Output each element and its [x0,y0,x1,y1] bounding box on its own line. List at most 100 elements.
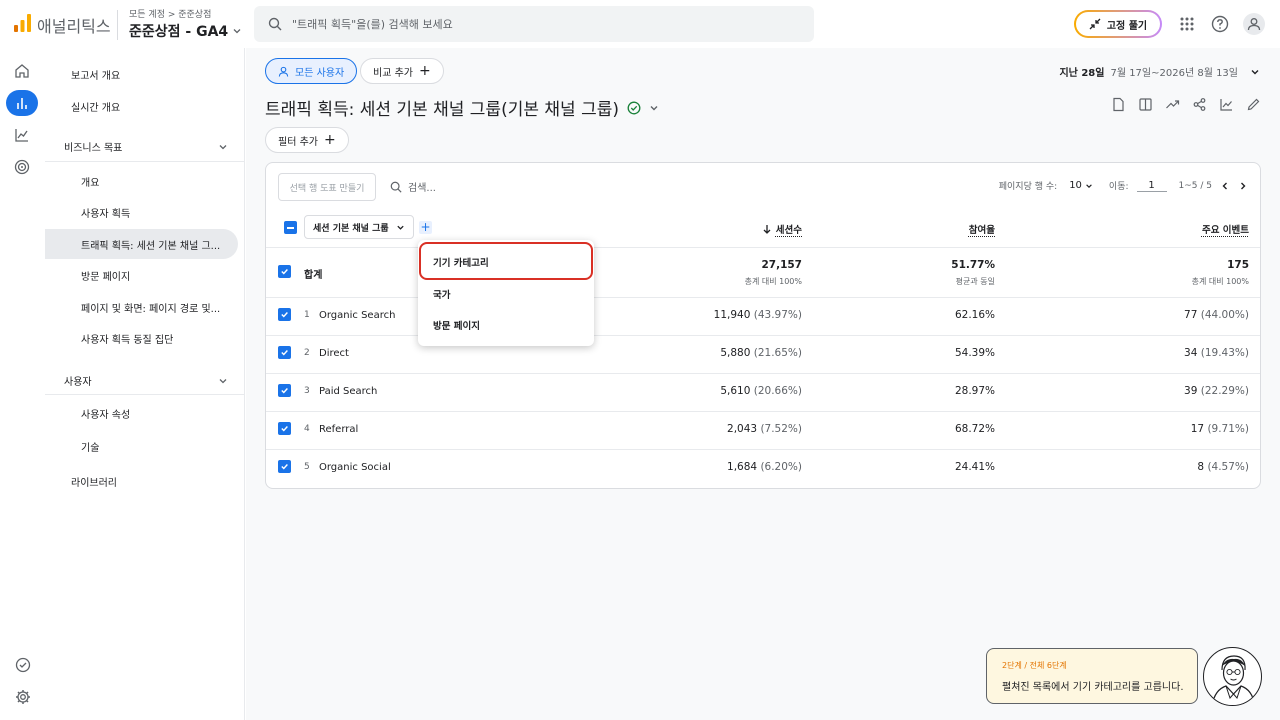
sidebar-item-traffic-acquisition[interactable]: 트래픽 획득: 세션 기본 채널 그... [81,237,220,252]
divider [266,449,1260,450]
sidebar-item-library[interactable]: 라이브러리 [71,474,117,489]
total-engagement: 51.77% [951,259,995,271]
sidebar-item-realtime[interactable]: 실시간 개요 [71,99,120,114]
account-avatar-icon[interactable] [1243,13,1265,35]
row-checkbox[interactable] [278,308,291,321]
menu-item-device-category[interactable]: 기기 카테고리 [433,255,489,269]
row-checkbox[interactable] [278,384,291,397]
insights-check-icon[interactable] [12,654,34,676]
section-label: 비즈니스 목표 [64,143,123,154]
unpin-label: 고정 풀기 [1106,20,1148,32]
sidebar-section-business-goals[interactable]: 비즈니스 목표 [64,139,245,154]
divider [266,373,1260,374]
row-engagement: 54.39% [954,347,995,359]
line-chart-icon[interactable] [1219,97,1234,112]
chevron-down-icon[interactable] [649,103,659,113]
row-sessions: 5,880 (21.65%) [720,347,802,359]
row-checkbox[interactable] [278,346,291,359]
sidebar-section-users[interactable]: 사용자 [64,373,245,388]
plot-rows-button[interactable]: 선택 행 도표 만들기 [278,173,376,201]
document-icon[interactable] [1111,97,1126,112]
sessions-value: 1,684 [727,461,758,473]
table-row-label: 4 Referral [304,424,358,435]
chevron-down-icon [218,142,228,152]
sidebar-item-overview[interactable]: 개요 [81,174,99,189]
table-search[interactable]: 검색... [390,179,436,194]
sidebar-item-user-acquisition[interactable]: 사용자 획득 [81,205,130,220]
column-label: 세션수 [775,225,802,236]
share-icon[interactable] [1192,97,1207,112]
row-engagement: 24.41% [954,461,995,473]
page-title: 트래픽 획득: 세션 기본 채널 그룹(기본 채널 그룹) [265,95,659,120]
property-selector[interactable]: 준준상점 - GA4 [129,21,242,41]
tutorial-text: 펼쳐진 목록에서 기기 카테고리를 고릅니다. [1002,682,1184,693]
column-header-engagement[interactable]: 참여율 [969,222,995,236]
sessions-value: 5,610 [720,385,751,397]
reports-icon[interactable] [6,90,38,116]
goto-page-input[interactable]: 1 [1136,180,1167,192]
table-row-label: 5 Organic Social [304,462,391,473]
row-key-events: 77 (44.00%) [1184,309,1249,321]
tutorial-step: 2단계 / 전체 6단계 [1002,661,1067,670]
filter-label: 필터 추가 [278,136,318,148]
report-table-card: 선택 행 도표 만들기 검색... 페이지당 행 수: 10 이동: 1 1~5… [265,162,1261,489]
rows-per-page-select[interactable]: 10 [1069,180,1093,191]
sidebar-item-reports-overview[interactable]: 보고서 개요 [71,67,120,82]
sidebar-item-landing-page[interactable]: 방문 페이지 [81,268,130,283]
advertising-icon[interactable] [6,154,38,180]
add-dimension-button[interactable]: + [419,221,432,234]
row-sessions: 5,610 (20.66%) [720,385,802,397]
explore-icon[interactable] [6,122,38,148]
row-key-events: 8 (4.57%) [1197,461,1249,473]
add-filter-button[interactable]: 필터 추가 + [265,127,349,153]
column-header-key-events[interactable]: 주요 이벤트 [1202,222,1249,236]
row-number: 4 [304,424,310,434]
unpin-button[interactable]: 고정 풀기 [1074,10,1162,38]
dimension-selector[interactable]: 세션 기본 채널 그룹 [304,215,414,239]
settings-gear-icon[interactable] [12,686,34,708]
divider [117,10,118,40]
goto-label: 이동: [1108,182,1129,192]
events-percent: (9.71%) [1207,423,1249,435]
segment-chip[interactable]: 모든 사용자 [265,58,358,84]
divider [45,161,245,162]
date-range-selector[interactable]: 지난 28일 7월 17일~2026년 8월 13일 [1059,64,1260,79]
main-content: 모든 사용자 비교 추가 + 지난 28일 7월 17일~2026년 8월 13… [246,48,1280,720]
row-checkbox[interactable] [278,460,291,473]
divider [266,411,1260,412]
sessions-percent: (21.65%) [753,347,802,359]
sidebar-item-pages-screens[interactable]: 페이지 및 화면: 페이지 경로 및... [81,300,220,315]
events-value: 17 [1190,423,1205,435]
sidebar-item-user-attributes[interactable]: 사용자 속성 [81,406,130,421]
menu-item-landing-page[interactable]: 방문 페이지 [433,318,480,332]
search-bar[interactable]: "트래픽 획득"을(를) 검색해 보세요 [254,6,814,42]
column-header-sessions[interactable]: 세션수 [762,222,802,236]
table-search-placeholder: 검색... [408,183,436,194]
events-percent: (44.00%) [1200,309,1249,321]
add-comparison-button[interactable]: 비교 추가 + [360,58,444,84]
pagination: 페이지당 행 수: 10 이동: 1 1~5 / 5 [999,179,1248,192]
breadcrumb[interactable]: 모든 계정 > 준준상점 [129,7,211,20]
compare-columns-icon[interactable] [1138,97,1153,112]
menu-item-country[interactable]: 국가 [433,287,450,301]
total-events: 175 [1227,259,1249,271]
row-key-events: 17 (9.71%) [1191,423,1249,435]
insights-trend-icon[interactable] [1165,97,1180,112]
edit-pencil-icon[interactable] [1246,97,1261,112]
row-engagement: 68.72% [954,423,995,435]
channel-name: Organic Social [319,462,391,473]
guide-avatar-icon [1203,647,1262,706]
total-checkbox[interactable] [278,265,291,278]
home-icon[interactable] [6,58,38,84]
sidebar-item-tech[interactable]: 기술 [81,439,99,454]
page-range: 1~5 / 5 [1178,180,1212,191]
chevron-right-icon[interactable] [1238,181,1248,191]
sidebar: 보고서 개요 실시간 개요 비즈니스 목표 개요 사용자 획득 트래픽 획득: … [45,48,245,720]
apps-grid-icon[interactable] [1176,13,1198,35]
select-all-checkbox[interactable] [284,221,297,234]
divider [266,247,1260,248]
row-checkbox[interactable] [278,422,291,435]
help-icon[interactable] [1209,13,1231,35]
chevron-left-icon[interactable] [1220,181,1230,191]
sidebar-item-acquisition-cohort[interactable]: 사용자 획득 동질 집단 [81,331,173,346]
